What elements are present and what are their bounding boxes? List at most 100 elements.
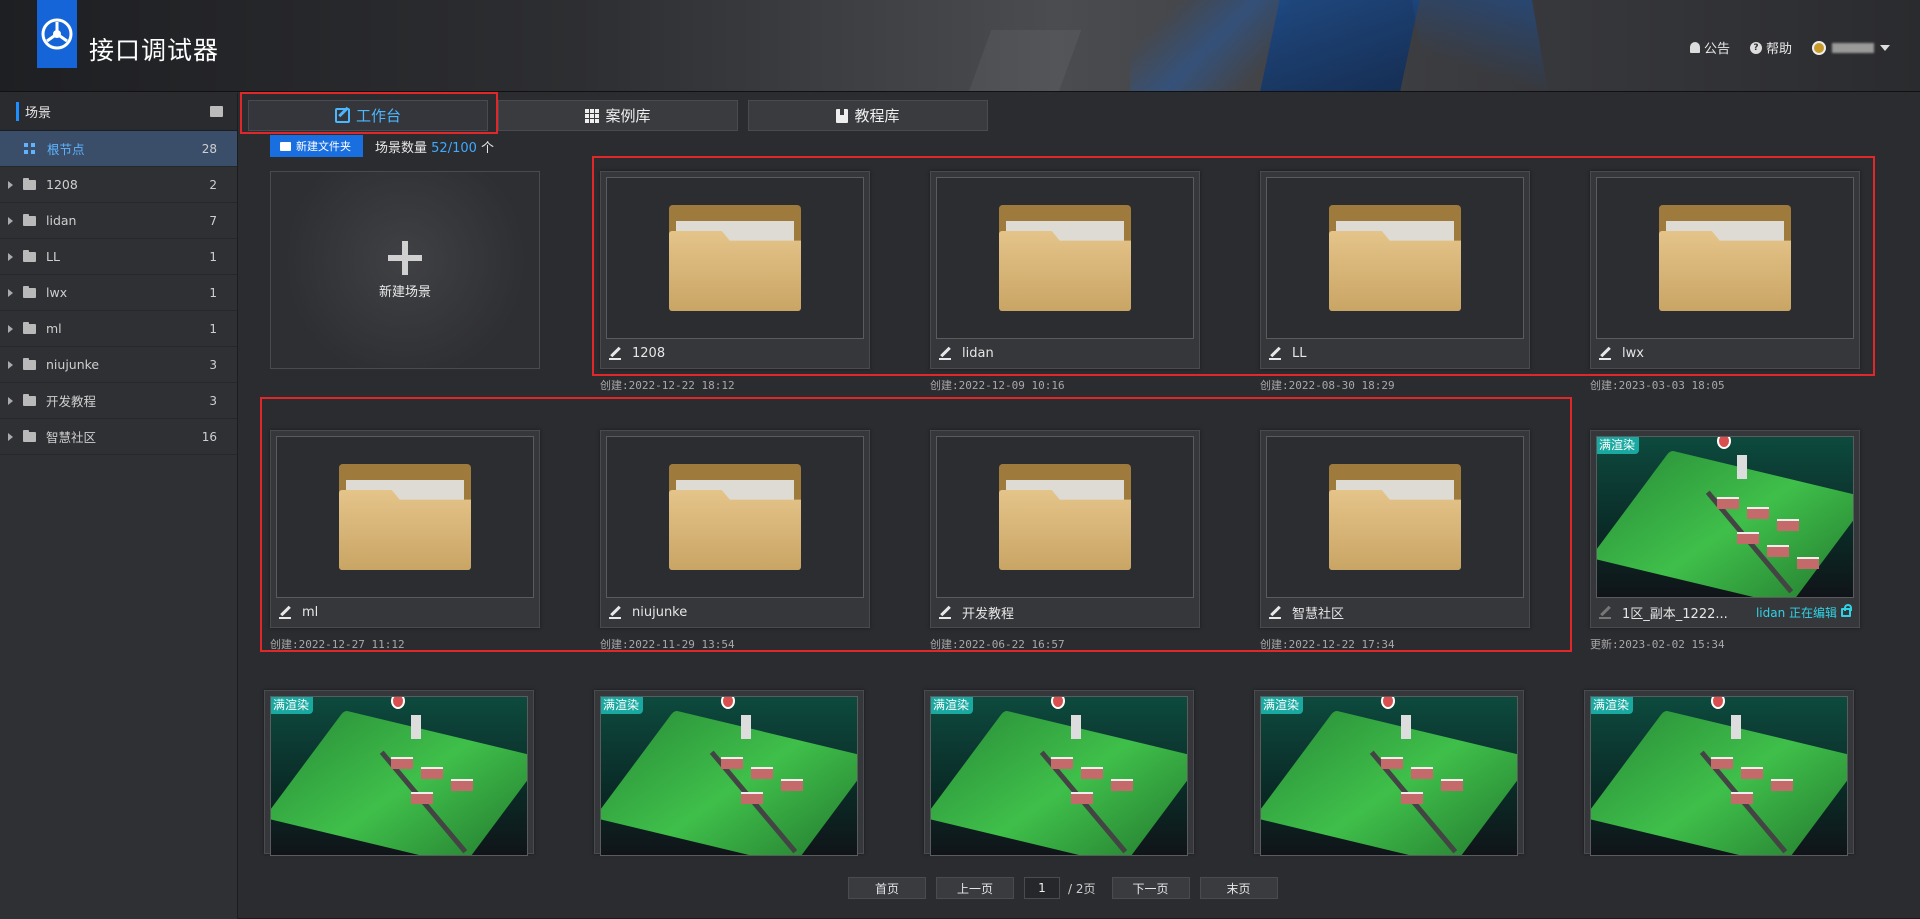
sidebar-item-1208[interactable]: 1208 2 — [0, 167, 237, 203]
grid-icon — [585, 108, 600, 123]
sidebar: 场景 根节点 28 1208 2 lidan 7 LL 1 lwx 1 ml 1… — [0, 93, 238, 919]
user-menu[interactable] — [1812, 40, 1890, 55]
balloon-icon — [1711, 697, 1725, 709]
rename-icon[interactable] — [609, 606, 622, 619]
render-badge: 满渲染 — [1261, 697, 1304, 714]
folder-icon — [23, 393, 36, 406]
folder-name: niujunke — [632, 604, 688, 620]
scene-card[interactable]: 满渲染 — [1254, 690, 1524, 856]
sidebar-item-lwx[interactable]: lwx 1 — [0, 275, 237, 311]
folder-icon — [23, 321, 36, 334]
sidebar-item-label: ml — [46, 321, 62, 336]
folder-thumbnail — [936, 177, 1194, 339]
scene-count-value: 52/100 — [431, 140, 477, 156]
scene-card[interactable]: 满渲染 — [264, 690, 534, 856]
sidebar-item-ll[interactable]: LL 1 — [0, 239, 237, 275]
rename-icon[interactable] — [1269, 347, 1282, 360]
folder-name: 开发教程 — [962, 606, 1015, 622]
tab-workbench[interactable]: 工作台 — [248, 100, 488, 131]
lock-icon — [1841, 603, 1852, 617]
scene-thumbnail: 满渲染 — [1590, 696, 1848, 856]
scene-preview: 满渲染 — [1261, 697, 1517, 855]
folder-icon — [999, 464, 1131, 570]
folder-card[interactable]: niujunke — [600, 430, 870, 628]
folder-card[interactable]: ml — [270, 430, 540, 628]
folder-icon — [999, 205, 1131, 311]
scene-card[interactable]: 满渲染 — [1584, 690, 1854, 856]
render-badge: 满渲染 — [601, 697, 644, 714]
folder-card[interactable]: 开发教程 — [930, 430, 1200, 628]
prev-page-button[interactable]: 上一页 — [936, 877, 1014, 899]
folder-thumbnail — [936, 436, 1194, 598]
notice-label: 公告 — [1703, 42, 1730, 57]
page-total: / 2页 — [1068, 881, 1096, 896]
sidebar-item-smart-community[interactable]: 智慧社区 16 — [0, 419, 237, 455]
caret-right-icon[interactable] — [8, 252, 13, 261]
sidebar-item-label: LL — [46, 249, 60, 264]
folder-icon — [1329, 205, 1461, 311]
caret-right-icon[interactable] — [8, 396, 13, 405]
rename-icon[interactable] — [1269, 606, 1282, 619]
sidebar-item-label: 根节点 — [47, 142, 85, 157]
rename-icon[interactable] — [609, 347, 622, 360]
render-badge: 满渲染 — [271, 697, 314, 714]
folder-card[interactable]: 1208 — [600, 171, 870, 369]
balloon-icon — [1051, 697, 1065, 709]
caret-right-icon[interactable] — [8, 360, 13, 369]
scene-thumbnail: 满渲染 — [930, 696, 1188, 856]
scene-count: 场景数量 52/100 个 — [375, 137, 494, 156]
tab-tutorial-library[interactable]: 教程库 — [748, 100, 988, 131]
folder-created-time: 创建:2022-12-22 17:34 — [1260, 638, 1395, 651]
last-page-button[interactable]: 末页 — [1199, 877, 1278, 899]
tab-label: 工作台 — [355, 107, 401, 125]
scene-toolbar: 新建文件夹 场景数量 52/100 个 — [270, 135, 494, 157]
sidebar-item-label: 智慧社区 — [46, 430, 97, 445]
scene-card[interactable]: 满渲染 — [594, 690, 864, 856]
caret-right-icon[interactable] — [8, 216, 13, 225]
help-label: 帮助 — [1765, 42, 1792, 57]
rename-icon[interactable] — [279, 606, 292, 619]
help-link[interactable]: ? 帮助 — [1749, 38, 1792, 57]
caret-right-icon[interactable] — [8, 180, 13, 189]
help-icon: ? — [1749, 41, 1762, 54]
pagination: 首页 上一页 / 2页 下一页 末页 — [848, 877, 1278, 899]
sidebar-item-ml[interactable]: ml 1 — [0, 311, 237, 347]
scene-preview: 满渲染 — [601, 697, 857, 855]
new-scene-card[interactable]: 新建场景 — [270, 171, 540, 369]
sidebar-item-niujunke[interactable]: niujunke 3 — [0, 347, 237, 383]
rename-icon[interactable] — [939, 606, 952, 619]
folder-created-time: 创建:2022-06-22 16:57 — [930, 638, 1065, 651]
editing-status: lidan 正在编辑 — [1756, 603, 1852, 621]
folder-card[interactable]: 智慧社区 — [1260, 430, 1530, 628]
folder-name: lidan — [962, 345, 994, 361]
username-blurred — [1832, 42, 1874, 53]
next-page-button[interactable]: 下一页 — [1111, 877, 1190, 899]
sidebar-item-dev-tutorial[interactable]: 开发教程 3 — [0, 383, 237, 419]
sidebar-item-count: 3 — [209, 393, 217, 408]
scene-count-unit: 个 — [481, 140, 495, 156]
sidebar-item-root[interactable]: 根节点 28 — [0, 131, 237, 167]
rename-icon[interactable] — [1599, 347, 1612, 360]
caret-right-icon[interactable] — [8, 288, 13, 297]
folder-card[interactable]: lwx — [1590, 171, 1860, 369]
render-badge: 满渲染 — [1591, 697, 1634, 714]
first-page-button[interactable]: 首页 — [848, 877, 926, 899]
new-folder-button[interactable]: 新建文件夹 — [270, 135, 363, 157]
scene-card[interactable]: 满渲染 1区_副本_1222... lidan 正在编辑 — [1590, 430, 1860, 628]
folder-thumbnail — [1266, 177, 1524, 339]
tab-case-library[interactable]: 案例库 — [498, 100, 738, 131]
rename-icon[interactable] — [939, 347, 952, 360]
caret-right-icon[interactable] — [8, 432, 13, 441]
sidebar-item-lidan[interactable]: lidan 7 — [0, 203, 237, 239]
folder-icon — [23, 285, 36, 298]
page-number-input[interactable] — [1024, 877, 1060, 899]
scene-thumbnail: 满渲染 — [1596, 436, 1854, 598]
caret-right-icon[interactable] — [8, 324, 13, 333]
folder-created-time: 创建:2023-03-03 18:05 — [1590, 379, 1725, 392]
folder-thumbnail — [606, 436, 864, 598]
scene-card[interactable]: 满渲染 — [924, 690, 1194, 856]
folder-card[interactable]: lidan — [930, 171, 1200, 369]
add-folder-icon[interactable] — [210, 106, 223, 117]
notice-link[interactable]: 公告 — [1689, 38, 1730, 57]
folder-card[interactable]: LL — [1260, 171, 1530, 369]
